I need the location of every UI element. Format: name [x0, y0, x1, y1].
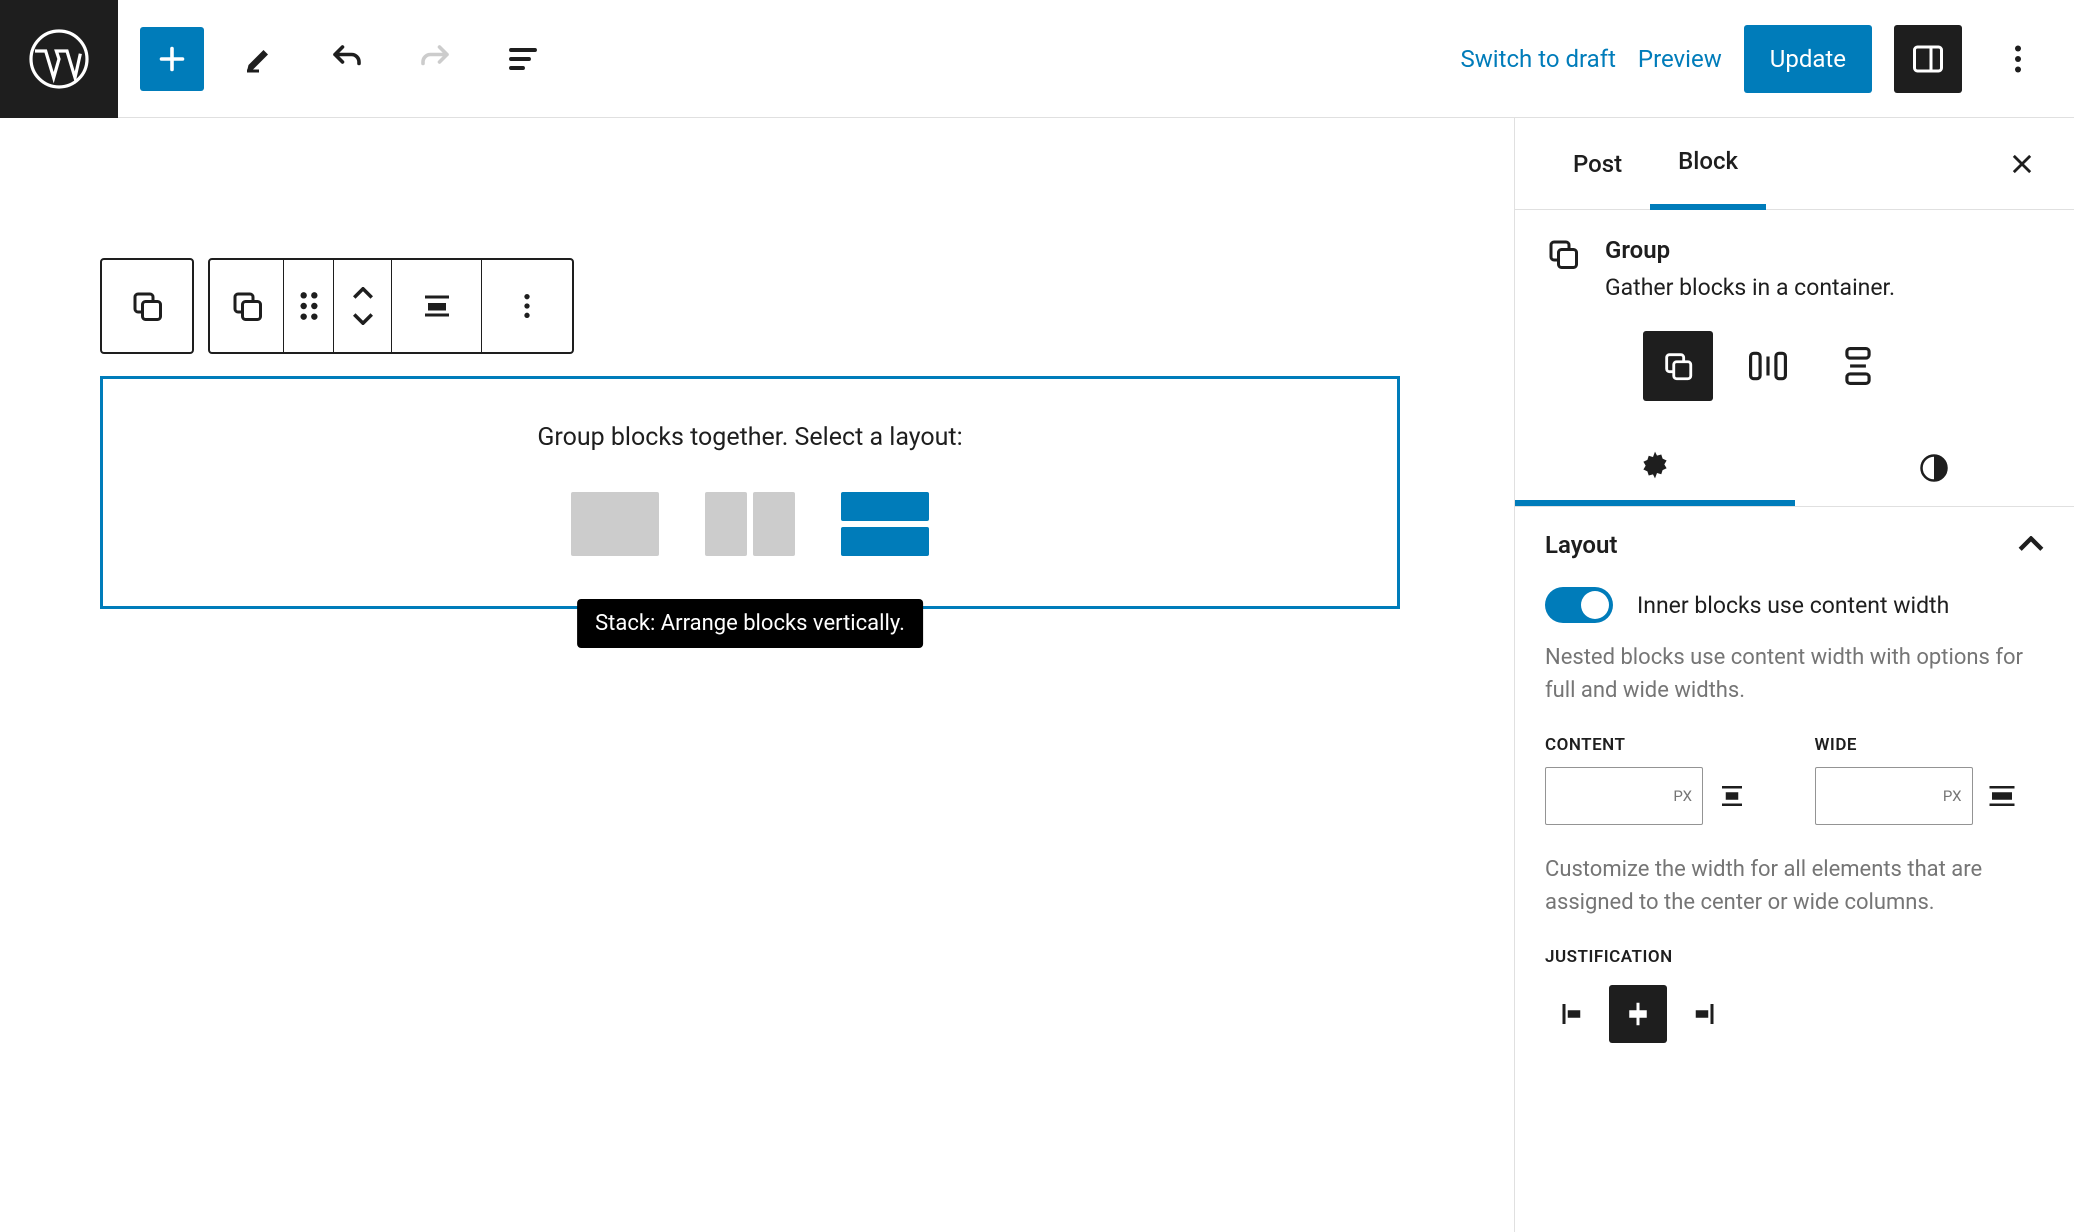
close-sidebar-button[interactable] — [1998, 140, 2046, 188]
wordpress-logo-button[interactable] — [0, 0, 118, 118]
chevron-up-icon — [2018, 536, 2044, 554]
group-block-placeholder[interactable]: Group blocks together. Select a layout: … — [100, 376, 1400, 609]
unit-label: PX — [1943, 787, 1962, 805]
block-more-options-button[interactable] — [482, 260, 572, 352]
tooltip: Stack: Arrange blocks vertically. — [577, 599, 923, 648]
layout-panel-header[interactable]: Layout — [1545, 531, 2044, 559]
sidebar-tabs: Post Block — [1515, 118, 2074, 210]
drag-icon — [297, 290, 321, 322]
gear-icon — [1639, 449, 1671, 481]
block-header: Group Gather blocks in a container. — [1515, 210, 2074, 301]
layout-heading: Layout — [1545, 531, 1617, 559]
layout-panel: Layout Inner blocks use content width Ne… — [1515, 507, 2074, 1067]
tab-block[interactable]: Block — [1650, 118, 1766, 210]
block-description: Gather blocks in a container. — [1605, 274, 1895, 301]
layout-option-stack[interactable] — [841, 492, 929, 556]
content-width-toggle[interactable] — [1545, 587, 1613, 623]
close-icon — [2008, 150, 2036, 178]
chevron-down-icon — [352, 311, 374, 325]
justify-center-icon — [1623, 999, 1653, 1029]
layout-option-group[interactable] — [571, 492, 659, 556]
subtab-settings[interactable] — [1515, 429, 1795, 506]
justify-right-icon — [1687, 999, 1717, 1029]
align-button[interactable] — [392, 260, 482, 352]
wide-width-label: WIDE — [1815, 735, 2045, 755]
plus-icon — [154, 41, 190, 77]
justification-buttons — [1545, 985, 2044, 1043]
block-variations — [1515, 301, 2074, 429]
variation-row[interactable] — [1733, 331, 1803, 401]
wide-width-input[interactable]: PX — [1815, 767, 1973, 825]
wide-width-icon — [1987, 781, 2017, 811]
update-button[interactable]: Update — [1744, 25, 1872, 93]
layout-option-row[interactable] — [705, 492, 795, 556]
edit-icon — [241, 41, 277, 77]
justify-center-button[interactable] — [1609, 985, 1667, 1043]
settings-sidebar: Post Block Group Gather blocks in a cont… — [1514, 118, 2074, 1232]
top-toolbar: Switch to draft Preview Update — [0, 0, 2074, 118]
layout-options — [571, 492, 929, 556]
block-toolbar — [100, 258, 574, 354]
switch-to-draft-link[interactable]: Switch to draft — [1461, 45, 1616, 73]
subtab-styles[interactable] — [1795, 429, 2074, 506]
settings-toggle-button[interactable] — [1894, 25, 1962, 93]
update-button-label: Update — [1770, 45, 1846, 73]
undo-button[interactable] — [314, 26, 380, 92]
block-title: Group — [1605, 236, 1895, 264]
drag-handle[interactable] — [284, 260, 334, 352]
more-vertical-icon — [511, 290, 543, 322]
justify-right-button[interactable] — [1673, 985, 1731, 1043]
styles-icon — [1919, 453, 1949, 483]
redo-button[interactable] — [402, 26, 468, 92]
undo-icon — [329, 41, 365, 77]
editor-canvas[interactable]: Group blocks together. Select a layout: … — [0, 118, 1514, 1232]
content-width-icon — [1717, 781, 1747, 811]
redo-icon — [417, 41, 453, 77]
tools-button[interactable] — [226, 26, 292, 92]
variation-stack[interactable] — [1823, 331, 1893, 401]
group-icon — [229, 288, 265, 324]
sidebar-panel-icon — [1910, 41, 1946, 77]
unit-label: PX — [1673, 787, 1692, 805]
wordpress-icon — [27, 27, 91, 91]
preview-link[interactable]: Preview — [1638, 45, 1722, 73]
group-icon — [129, 288, 165, 324]
sidebar-subtabs — [1515, 429, 2074, 507]
move-buttons[interactable] — [334, 260, 392, 352]
group-placeholder-prompt: Group blocks together. Select a layout: — [537, 423, 962, 452]
group-icon — [1661, 349, 1695, 383]
justification-label: JUSTIFICATION — [1545, 947, 2044, 967]
more-options-button[interactable] — [1984, 25, 2052, 93]
justify-left-icon — [1559, 999, 1589, 1029]
content-width-toggle-label: Inner blocks use content width — [1637, 592, 1949, 619]
variation-group[interactable] — [1643, 331, 1713, 401]
select-parent-button[interactable] — [102, 260, 192, 352]
tab-post[interactable]: Post — [1545, 118, 1650, 210]
content-width-input[interactable]: PX — [1545, 767, 1703, 825]
chevron-up-icon — [352, 287, 374, 301]
align-icon — [419, 288, 455, 324]
more-vertical-icon — [2000, 41, 2036, 77]
group-icon — [1545, 236, 1581, 272]
document-overview-button[interactable] — [490, 26, 556, 92]
row-icon — [1749, 349, 1787, 383]
add-block-button[interactable] — [140, 27, 204, 91]
block-type-button[interactable] — [210, 260, 284, 352]
content-width-help: Nested blocks use content width with opt… — [1545, 641, 2044, 707]
stack-icon — [1843, 347, 1873, 385]
width-help: Customize the width for all elements tha… — [1545, 853, 2044, 919]
justify-left-button[interactable] — [1545, 985, 1603, 1043]
content-width-label: CONTENT — [1545, 735, 1775, 755]
list-view-icon — [505, 41, 541, 77]
